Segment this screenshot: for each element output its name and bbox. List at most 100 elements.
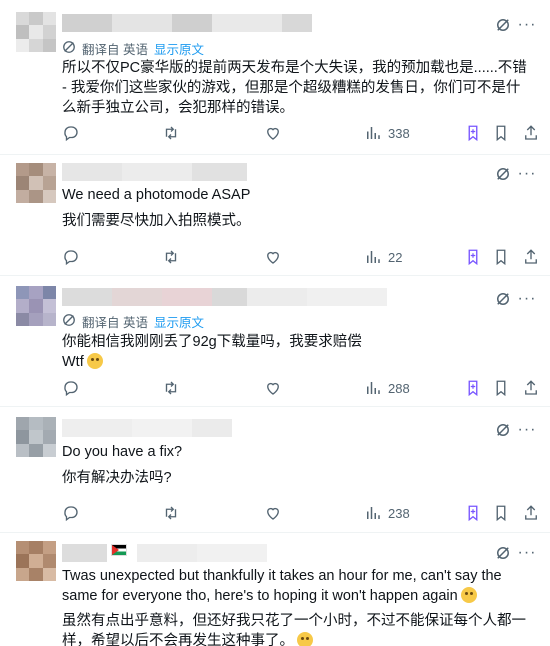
post-text-wtf: Wtf [62,354,84,370]
author-name-blurred[interactable] [62,419,232,437]
post-text-2: Wtf [62,352,534,372]
post-1[interactable]: ··· 翻译自 英语 显示原文 所以不仅PC豪华版的提前两天发布是个大失误，我的… [0,0,550,155]
bookmark-button[interactable] [492,379,510,397]
views-count: 22 [388,249,403,265]
author-name-blurred[interactable] [62,163,247,181]
more-icon[interactable]: ··· [516,542,538,564]
grok-button[interactable] [464,124,482,142]
translate-icon [62,40,76,57]
post-text-en: Twas unexpected but thankfully it takes … [62,566,534,606]
retweet-icon [165,250,177,264]
more-icon[interactable]: ··· [516,163,538,185]
grok-icon [468,505,478,522]
translate-icon [62,313,76,330]
author-name-blurred[interactable] [62,544,267,562]
author-name-blurred[interactable] [62,14,312,32]
bookmark-icon [496,249,506,266]
like-icon [267,251,279,264]
post-text-zh-body: 虽然有点出乎意料，但还好我只花了一个小时，不过不能保证每个人都一样，希望以后不会… [62,613,526,646]
more-icon[interactable]: ··· [516,14,538,36]
show-original-link[interactable]: 显示原文 [154,39,204,58]
views-button[interactable]: 238 [364,504,410,522]
grok-icon[interactable] [492,288,514,310]
grok-icon [468,380,478,397]
share-button[interactable] [522,504,540,522]
frown-emoji [86,353,103,369]
grok-icon[interactable] [492,14,514,36]
grok-button[interactable] [464,504,482,522]
share-icon [525,125,537,140]
views-icon [367,382,380,394]
reply-icon [64,126,78,142]
reply-button[interactable] [62,504,80,522]
grok-button[interactable] [464,379,482,397]
grok-button[interactable] [464,248,482,266]
retweet-button[interactable] [162,124,180,142]
views-button[interactable]: 338 [364,124,410,142]
post-text: 你能相信我刚刚丢了92g下载量吗，我要求赔偿 [62,334,362,350]
author-name-blurred[interactable] [62,288,387,306]
like-button[interactable] [264,379,282,397]
avatar[interactable] [16,541,56,581]
like-icon [267,382,279,395]
grok-icon[interactable] [492,163,514,185]
post-text-en: Do you have a fix? [62,444,183,460]
share-button[interactable] [522,248,540,266]
reply-icon [64,250,78,266]
retweet-button[interactable] [162,248,180,266]
post-text-en: We need a photomode ASAP [62,187,251,203]
views-count: 238 [388,505,410,521]
like-button[interactable] [264,124,282,142]
bookmark-button[interactable] [492,504,510,522]
post-4[interactable]: ··· Do you have a fix? 你有解决办法吗? 238 [0,407,550,533]
grok-icon [468,249,478,266]
retweet-icon [165,381,177,395]
avatar[interactable] [16,12,56,52]
like-button[interactable] [264,248,282,266]
views-button[interactable]: 22 [364,248,402,266]
retweet-icon [165,126,177,140]
post-2[interactable]: ··· We need a photomode ASAP 我们需要尽快加入拍照模… [0,155,550,276]
retweet-icon [165,506,177,520]
more-icon[interactable]: ··· [516,288,538,310]
share-icon [525,249,537,264]
reply-button[interactable] [62,248,80,266]
bookmark-button[interactable] [492,248,510,266]
views-count: 338 [388,125,410,141]
grok-icon[interactable] [492,419,514,441]
avatar[interactable] [16,417,56,457]
show-original-link[interactable]: 显示原文 [154,312,204,331]
translate-row: 翻译自 英语 显示原文 [62,312,204,331]
grok-icon[interactable] [492,542,514,564]
more-icon[interactable]: ··· [516,419,538,441]
post-text-zh: 你有解决办法吗? [62,470,172,486]
retweet-button[interactable] [162,504,180,522]
avatar[interactable] [16,163,56,203]
views-icon [367,251,380,263]
reply-feed: ··· 翻译自 英语 显示原文 所以不仅PC豪华版的提前两天发布是个大失误，我的… [0,0,550,646]
post-3[interactable]: ··· 翻译自 英语 显示原文 你能相信我刚刚丢了92g下载量吗，我要求赔偿 W… [0,276,550,407]
views-icon [367,507,380,519]
smile-emoji [297,632,313,646]
post-text-en-body: Twas unexpected but thankfully it takes … [62,568,502,604]
share-button[interactable] [522,124,540,142]
post-text-zh: 虽然有点出乎意料，但还好我只花了一个小时，不过不能保证每个人都一样，希望以后不会… [62,611,534,646]
like-button[interactable] [264,504,282,522]
translate-label: 翻译自 英语 [82,316,148,330]
bookmark-icon [496,380,506,397]
retweet-button[interactable] [162,379,180,397]
share-icon [525,505,537,520]
post-5[interactable]: ··· Twas unexpected but thankfully it ta… [0,533,550,646]
action-bar: 238 [62,502,537,524]
translate-label: 翻译自 英语 [82,43,148,57]
reply-button[interactable] [62,124,80,142]
views-button[interactable]: 288 [364,379,410,397]
bookmark-icon [496,125,506,142]
bookmark-button[interactable] [492,124,510,142]
reply-button[interactable] [62,379,80,397]
bookmark-icon [496,505,506,522]
share-button[interactable] [522,379,540,397]
post-text: 所以不仅PC豪华版的提前两天发布是个大失误，我的预加载也是......不错 - … [62,60,527,116]
avatar[interactable] [16,286,56,326]
like-icon [267,507,279,520]
